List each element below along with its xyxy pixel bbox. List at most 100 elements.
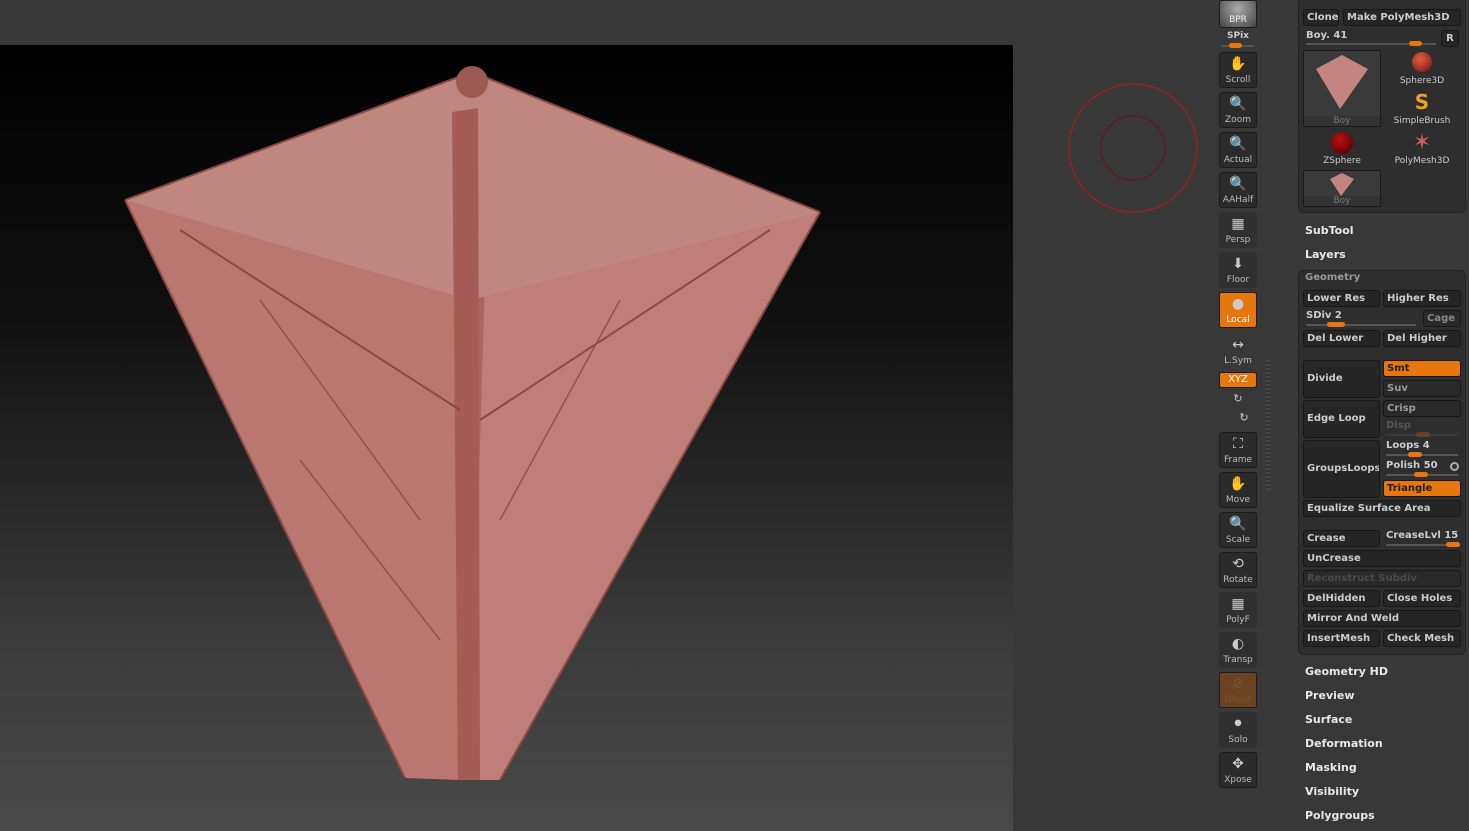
aahalf-label: AAHalf [1222,195,1254,205]
spix-label: SPix [1227,31,1249,41]
crease-button[interactable]: Crease [1303,530,1380,547]
scale-button[interactable]: 🔍 Scale [1219,512,1257,548]
equalize-surface-area-button[interactable]: Equalize Surface Area [1303,500,1461,517]
sdiv-label: SDiv 2 [1306,310,1342,321]
masking-menu[interactable]: Masking [1305,761,1357,774]
floor-icon: ⬇ [1232,256,1244,272]
make-polymesh-button[interactable]: Make PolyMesh3D [1343,9,1461,26]
check-mesh-button[interactable]: Check Mesh [1383,630,1461,647]
polymesh-star-icon: ✶ [1412,130,1432,155]
scroll-button[interactable]: ✋ Scroll [1219,52,1257,88]
floor-button[interactable]: ⬇ Floor [1219,252,1257,288]
persp-label: Persp [1225,235,1251,245]
crisp-toggle[interactable]: Crisp [1383,400,1461,417]
polygroups-menu[interactable]: Polygroups [1305,809,1375,822]
lower-res-button[interactable]: Lower Res [1303,290,1380,307]
move-button[interactable]: ✋ Move [1219,472,1257,508]
loops-slider-knob[interactable] [1408,452,1422,457]
actual-label: Actual [1223,155,1253,165]
tool-thumb-boy[interactable]: Boy [1303,50,1381,127]
crease-level-slider-knob[interactable] [1446,542,1460,547]
scale-label: Scale [1225,535,1251,545]
move-label: Move [1225,495,1251,505]
higher-res-button[interactable]: Higher Res [1383,290,1461,307]
rotate-icon: ⟲ [1232,556,1244,572]
mirror-and-weld-button[interactable]: Mirror And Weld [1303,610,1461,627]
clone-button[interactable]: Clone [1303,9,1339,26]
scroll-label: Scroll [1225,75,1251,85]
bpr-label: BPR [1229,15,1247,25]
del-hidden-button[interactable]: DelHidden [1303,590,1380,607]
grid-perspective-icon: ▦ [1231,216,1245,232]
deformation-menu[interactable]: Deformation [1305,737,1383,750]
zoom-button[interactable]: 🔍 Zoom [1219,92,1257,128]
polyf-button[interactable]: ▦ PolyF [1219,592,1257,628]
bpr-button[interactable]: BPR [1219,0,1257,28]
brush-inner-ring [1100,115,1166,181]
disp-slider-knob [1416,432,1430,437]
triangle-toggle[interactable]: Triangle [1383,480,1461,497]
polish-slider-knob[interactable] [1414,472,1428,477]
xyz-button[interactable]: XYZ [1219,372,1257,388]
symmetry-icon: ↔ [1232,337,1244,353]
geometry-header[interactable]: Geometry [1305,272,1360,283]
solo-label: Solo [1228,735,1248,745]
transp-label: Transp [1223,655,1253,665]
rotate-button[interactable]: ⟲ Rotate [1219,552,1257,588]
actual-button[interactable]: 🔍 Actual [1219,132,1257,168]
layers-menu[interactable]: Layers [1305,248,1346,261]
boy-thumb-icon [1330,173,1354,196]
loops-slider[interactable] [1386,454,1458,456]
del-higher-button[interactable]: Del Higher [1383,330,1461,347]
sdiv-slider[interactable] [1306,324,1416,326]
cage-button[interactable]: Cage [1423,310,1461,327]
sdiv-slider-knob[interactable] [1327,322,1345,327]
groups-loops-button[interactable]: GroupsLoops [1303,440,1380,498]
solo-button[interactable]: ⚫ Solo [1219,712,1257,748]
visibility-menu[interactable]: Visibility [1305,785,1359,798]
surface-menu[interactable]: Surface [1305,713,1352,726]
preview-menu[interactable]: Preview [1305,689,1355,702]
3d-model [124,66,821,781]
uncrease-button[interactable]: UnCrease [1303,550,1461,567]
r-button[interactable]: R [1441,30,1459,47]
del-lower-button[interactable]: Del Lower [1303,330,1380,347]
geometry-hd-menu[interactable]: Geometry HD [1305,665,1388,678]
thumb-label: SimpleBrush [1393,116,1451,126]
divide-button[interactable]: Divide [1303,360,1380,398]
crease-level-label: CreaseLvl 15 [1386,530,1459,541]
subtool-menu[interactable]: SubTool [1305,224,1354,237]
tool-slider-knob[interactable] [1409,41,1422,46]
insert-mesh-button[interactable]: InsertMesh [1303,630,1380,647]
lsym-button[interactable]: ↔ L.Sym [1219,334,1257,370]
frame-icon: ⛶ [1233,436,1243,452]
local-button[interactable]: ● Local [1219,292,1257,328]
reconstruct-subdiv-button[interactable]: Reconstruct Subdiv [1303,570,1461,587]
local-label: Local [1226,315,1250,325]
thumb-label: ZSphere [1323,156,1361,166]
zsphere-icon [1331,132,1353,154]
spix-slider-knob[interactable] [1229,43,1242,48]
ghost-button[interactable]: ⊘ Ghost [1219,672,1257,708]
smt-toggle[interactable]: Smt [1383,360,1461,377]
rotate-y-icon[interactable]: ↻ [1219,392,1257,405]
thumb-label: PolyMesh3D [1394,156,1450,166]
close-holes-button[interactable]: Close Holes [1383,590,1461,607]
rotate-z-icon[interactable]: ↻ [1225,411,1263,424]
polish-circle-icon[interactable] [1450,462,1459,471]
frame-label: Frame [1223,455,1253,465]
model-top-knob [456,66,488,98]
panel-splitter[interactable] [1266,360,1271,490]
frame-button[interactable]: ⛶ Frame [1219,432,1257,468]
viewport-canvas[interactable] [0,45,1013,831]
aahalf-button[interactable]: 🔍 AAHalf [1219,172,1257,208]
zoom-label: Zoom [1225,115,1251,125]
xpose-button[interactable]: ✥ Xpose [1219,752,1257,788]
edge-loop-button[interactable]: Edge Loop [1303,400,1380,438]
transp-button[interactable]: ◐ Transp [1219,632,1257,668]
persp-button[interactable]: ▦ Persp [1219,212,1257,248]
suv-toggle[interactable]: Suv [1383,380,1461,397]
scale-icon: 🔍 [1229,516,1247,532]
tool-thumb-boy-2[interactable]: Boy [1303,170,1381,207]
polyframe-icon: ▦ [1231,596,1245,612]
